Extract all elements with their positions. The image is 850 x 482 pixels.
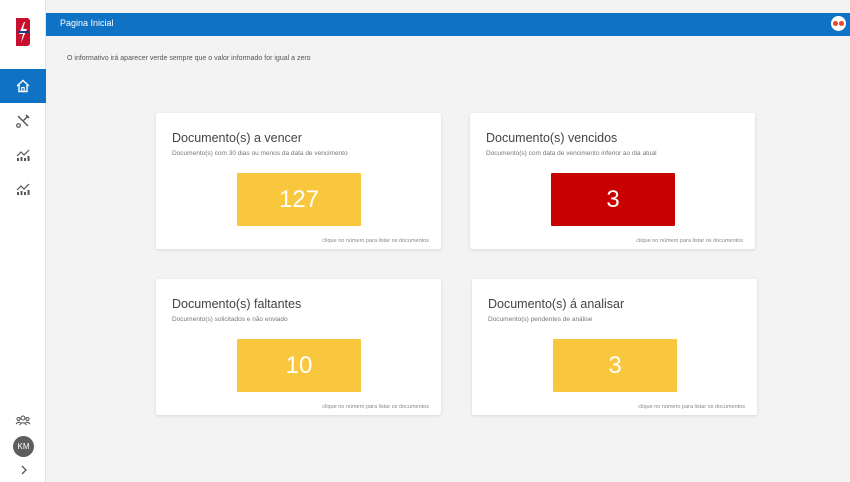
card-documents-expired: Documento(s) vencidos Documento(s) com d… [470, 113, 755, 249]
dot-icon [839, 21, 844, 26]
logo-icon [16, 18, 30, 46]
sidebar-item-reports[interactable] [0, 138, 46, 172]
card-documents-missing: Documento(s) faltantes Documento(s) soli… [156, 279, 441, 415]
info-text: O informativo irá aparecer verde sempre … [67, 55, 311, 62]
user-avatar[interactable]: KM [13, 436, 34, 457]
card-documents-to-analyze: Documento(s) á analisar Documento(s) pen… [472, 279, 757, 415]
card-subtitle: Documento(s) solicitados e não enviado [172, 316, 288, 323]
sidebar-item-users[interactable] [0, 404, 46, 438]
home-icon [16, 79, 30, 93]
card-title: Documento(s) á analisar [488, 297, 625, 311]
count-button[interactable]: 127 [237, 173, 361, 226]
sidebar: KM [0, 0, 46, 482]
dot-icon [833, 21, 838, 26]
card-title: Documento(s) faltantes [172, 297, 302, 311]
user-menu-button[interactable] [831, 16, 846, 31]
page-title: Pagina Inicial [60, 18, 114, 28]
chevron-right-icon [21, 465, 27, 475]
chart-icon [16, 149, 30, 161]
top-bar: Pagina Inicial [46, 13, 850, 36]
tools-icon [16, 114, 30, 128]
users-icon [15, 415, 31, 426]
card-title: Documento(s) a vencer [172, 131, 302, 145]
card-title: Documento(s) vencidos [486, 131, 618, 145]
sidebar-item-home[interactable] [0, 69, 46, 103]
chart-icon [16, 183, 30, 195]
card-hint: clique no número para listar os document… [638, 404, 745, 410]
card-documents-expiring: Documento(s) a vencer Documento(s) com 3… [156, 113, 441, 249]
card-subtitle: Documento(s) pendentes de análise [488, 316, 593, 323]
card-subtitle: Documento(s) com data de vencimento infe… [486, 150, 657, 157]
card-hint: clique no número para listar os document… [322, 404, 429, 410]
expand-sidebar-button[interactable] [17, 463, 31, 477]
card-hint: clique no número para listar os document… [322, 238, 429, 244]
count-button[interactable]: 10 [237, 339, 361, 392]
card-subtitle: Documento(s) com 30 dias ou menos da dat… [172, 150, 348, 157]
sidebar-item-analytics[interactable] [0, 172, 46, 206]
count-button[interactable]: 3 [553, 339, 677, 392]
card-hint: clique no número para listar os document… [636, 238, 743, 244]
sidebar-item-tools[interactable] [0, 104, 46, 138]
count-button[interactable]: 3 [551, 173, 675, 226]
app-logo[interactable] [10, 16, 36, 48]
